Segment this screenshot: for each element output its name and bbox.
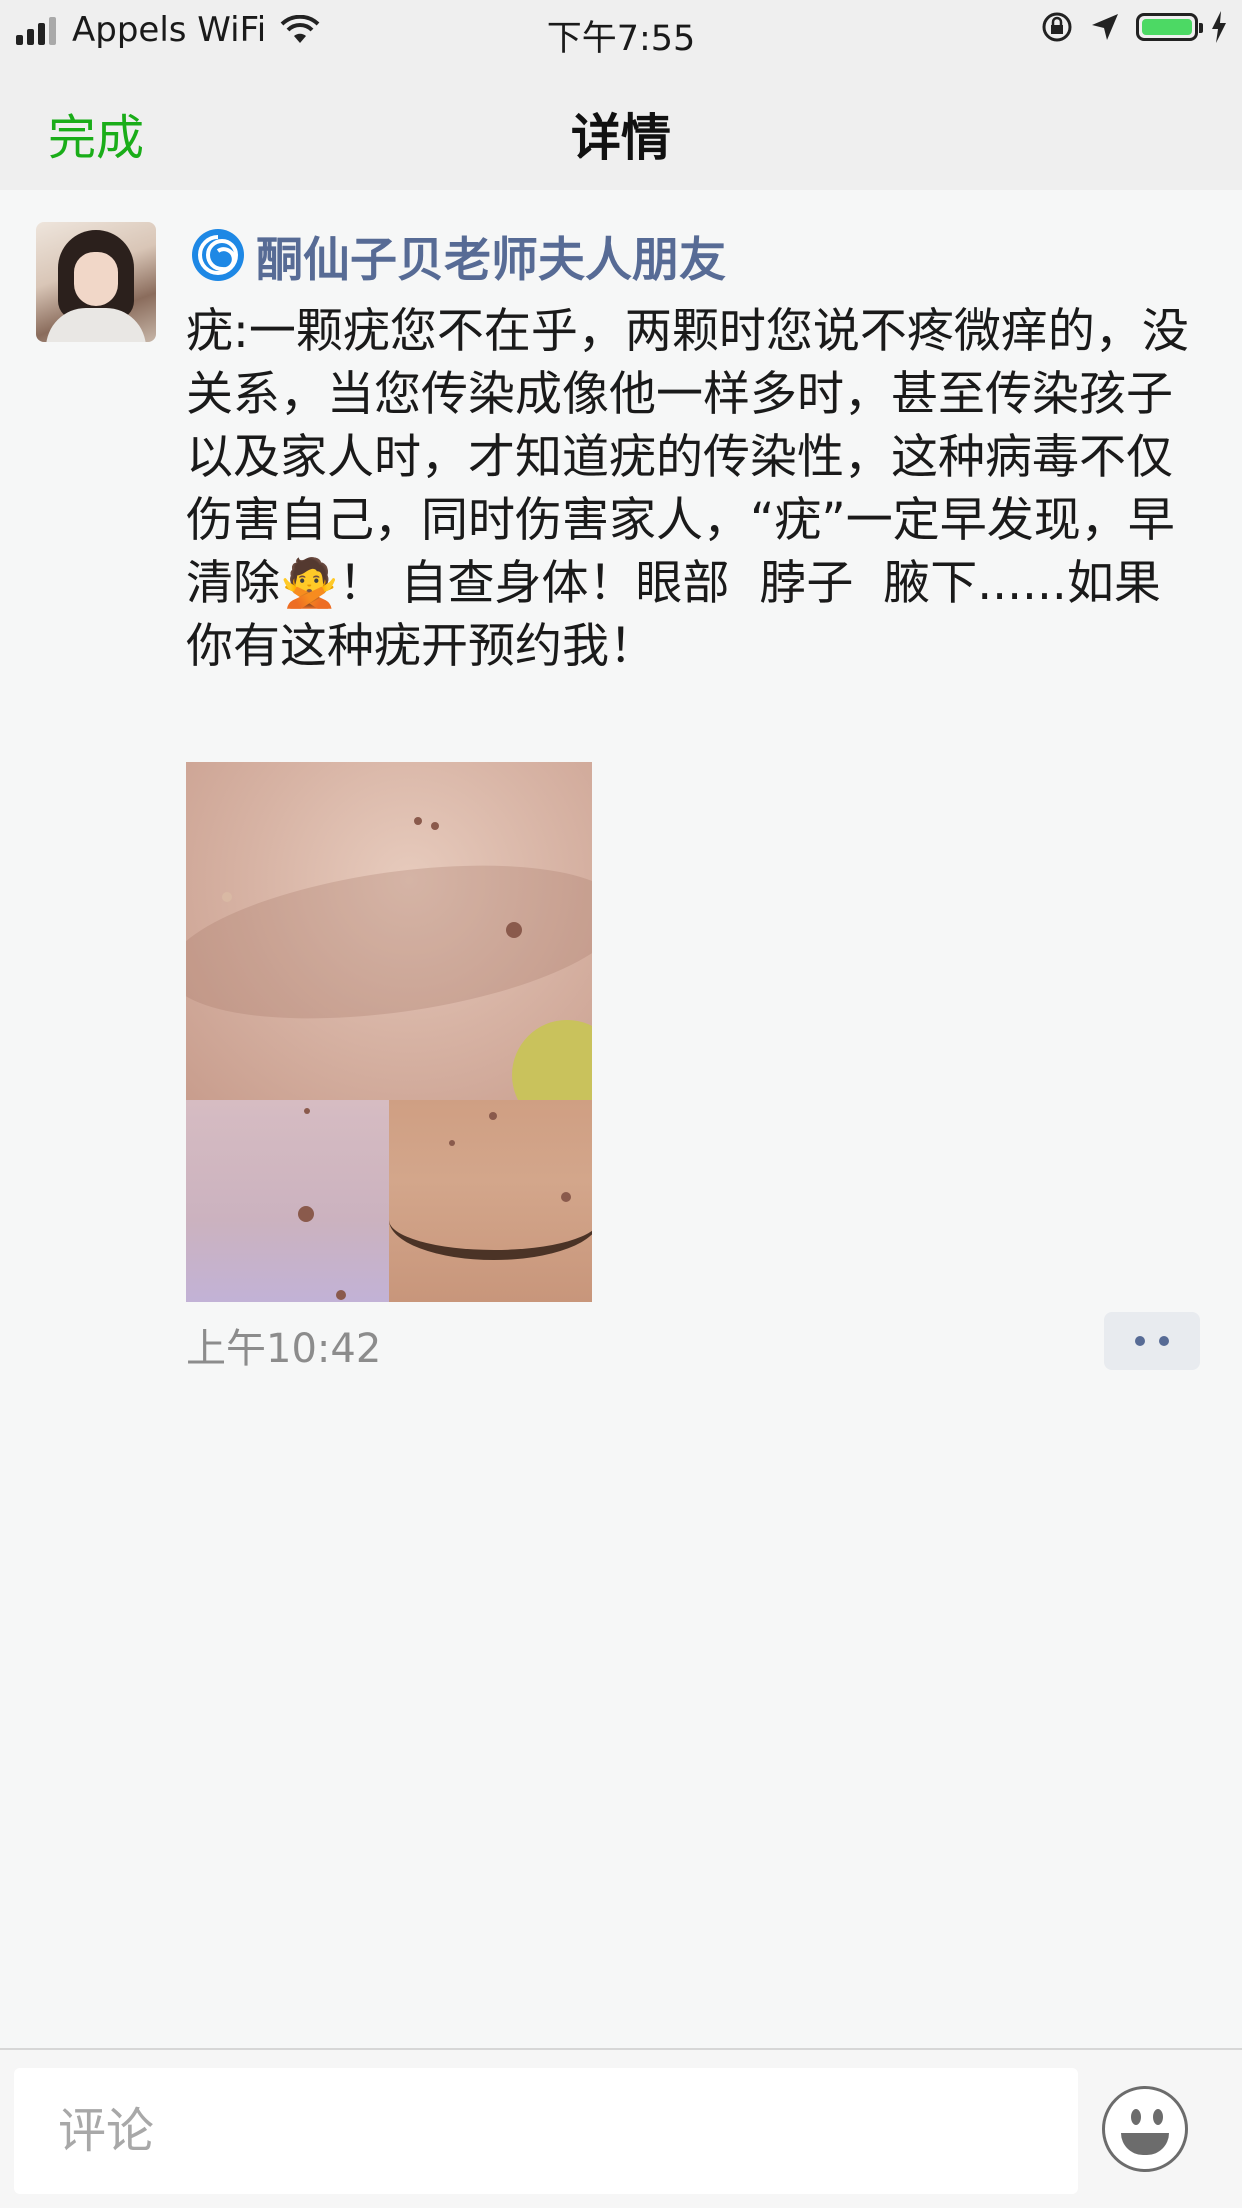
photo-thumbnail[interactable] [186,1100,389,1302]
charging-bolt-icon [1212,11,1226,43]
swirl-icon [192,229,244,281]
nav-bar: 完成 详情 [0,62,1242,190]
status-right [1040,10,1228,44]
battery-icon [1136,13,1203,41]
comment-input[interactable] [14,2068,1078,2194]
smiley-icon[interactable] [1102,2086,1188,2172]
rotation-lock-icon [1042,12,1072,42]
comment-bar [0,2048,1242,2208]
more-dots-icon[interactable] [1104,1312,1200,1370]
post-timestamp: 上午10:42 [186,1326,382,1372]
photo-grid [186,762,592,1302]
page-title: 详情 [571,109,671,167]
status-bar: Appels WiFi 下午7:55 [0,0,1242,62]
location-arrow-icon [1092,14,1118,40]
avatar[interactable] [36,222,156,342]
photo-thumbnail[interactable] [389,1100,592,1302]
author-name[interactable]: 酮仙子贝老师夫人朋友 [190,222,726,288]
post-text: 疣:一颗疣您不在乎，两颗时您说不疼微痒的，没关系，当您传染成像他一样多时，甚至传… [186,304,1189,674]
author-name-text: 酮仙子贝老师夫人朋友 [256,232,726,288]
photo-thumbnail[interactable] [186,762,592,1100]
